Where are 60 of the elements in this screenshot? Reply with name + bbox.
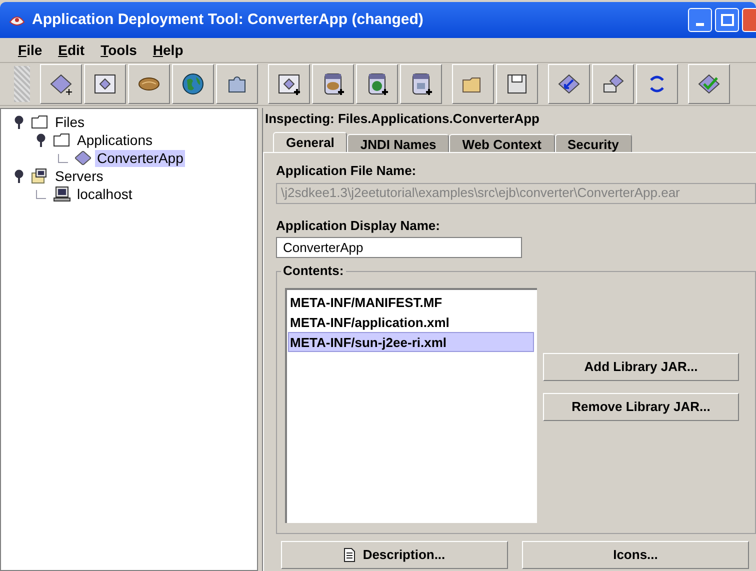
document-icon xyxy=(344,548,355,562)
diamond-icon xyxy=(75,151,91,165)
toolbar-button[interactable] xyxy=(40,64,82,104)
menu-item[interactable]: Tools xyxy=(100,40,137,60)
library-jar-button[interactable]: Add Library JAR... xyxy=(543,353,739,381)
expanded-handle-icon[interactable] xyxy=(14,115,24,129)
window-title: Application Deployment Tool: ConverterApp (changed) xyxy=(32,10,424,30)
toolbar-button[interactable] xyxy=(496,64,538,104)
toolbar-button[interactable] xyxy=(356,64,398,104)
tab[interactable]: JNDI Names xyxy=(347,134,450,152)
computer-icon xyxy=(31,168,49,184)
tab[interactable]: Web Context xyxy=(449,134,555,152)
folder-icon xyxy=(53,133,71,147)
tree-item[interactable]: ConverterApp xyxy=(95,150,186,166)
library-jar-button[interactable]: Remove Library JAR... xyxy=(543,393,739,421)
toolbar-button[interactable] xyxy=(592,64,634,104)
diamond-arrow-icon xyxy=(557,72,581,96)
computer-icon xyxy=(53,186,71,202)
dialog-button[interactable]: Icons... xyxy=(522,541,749,569)
toolbar-button[interactable] xyxy=(548,64,590,104)
toolbar-button[interactable] xyxy=(636,64,678,104)
inspector-heading: Inspecting: Files.Applications.ConverterApp xyxy=(264,110,540,127)
toolbar-button[interactable] xyxy=(216,64,258,104)
tab[interactable]: Security xyxy=(554,134,632,152)
toolbar-button[interactable] xyxy=(128,64,170,104)
close-button[interactable] xyxy=(742,8,756,32)
display-name-field[interactable]: ConverterApp xyxy=(276,237,522,258)
toolbar-button[interactable] xyxy=(312,64,354,104)
menu-item[interactable]: File xyxy=(18,40,42,60)
folder-icon xyxy=(31,115,49,129)
menu-item[interactable]: Help xyxy=(152,40,184,60)
toolbar-button[interactable] xyxy=(400,64,442,104)
toolbar-grip[interactable] xyxy=(14,66,30,102)
diamond-icon xyxy=(49,72,73,96)
list-item[interactable]: META-INF/application.xml xyxy=(288,312,534,332)
toolbar-button[interactable] xyxy=(688,64,730,104)
expanded-handle-icon[interactable] xyxy=(14,169,24,183)
maximize-button[interactable] xyxy=(715,8,739,32)
field-label: Application Display Name: xyxy=(276,216,441,235)
globe-icon xyxy=(181,72,205,96)
field-label: Application File Name: xyxy=(276,162,418,180)
tree-item[interactable]: Servers xyxy=(53,168,106,184)
toolbar-button[interactable] xyxy=(172,64,214,104)
toolbar-button[interactable] xyxy=(268,64,310,104)
minimize-icon xyxy=(696,23,704,26)
tree-item[interactable]: localhost xyxy=(75,186,134,202)
expanded-handle-icon[interactable] xyxy=(36,133,46,147)
list-item[interactable]: META-INF/MANIFEST.MF xyxy=(288,292,534,312)
minimize-button[interactable] xyxy=(688,8,712,32)
tree-item[interactable]: Files xyxy=(53,114,87,130)
tree-item[interactable]: Applications xyxy=(75,132,154,148)
framed-diamond-plus-icon xyxy=(277,72,301,96)
dialog-button[interactable]: Description... xyxy=(281,541,508,569)
list-item[interactable]: META-INF/sun-j2ee-ri.xml xyxy=(288,332,534,352)
toolbar-button[interactable] xyxy=(84,64,126,104)
toolbar-button[interactable] xyxy=(452,64,494,104)
maximize-icon xyxy=(720,14,734,26)
checkmark-diamond-icon xyxy=(697,72,721,96)
menu-item[interactable]: Edit xyxy=(58,40,85,60)
tab[interactable]: General xyxy=(273,132,348,152)
